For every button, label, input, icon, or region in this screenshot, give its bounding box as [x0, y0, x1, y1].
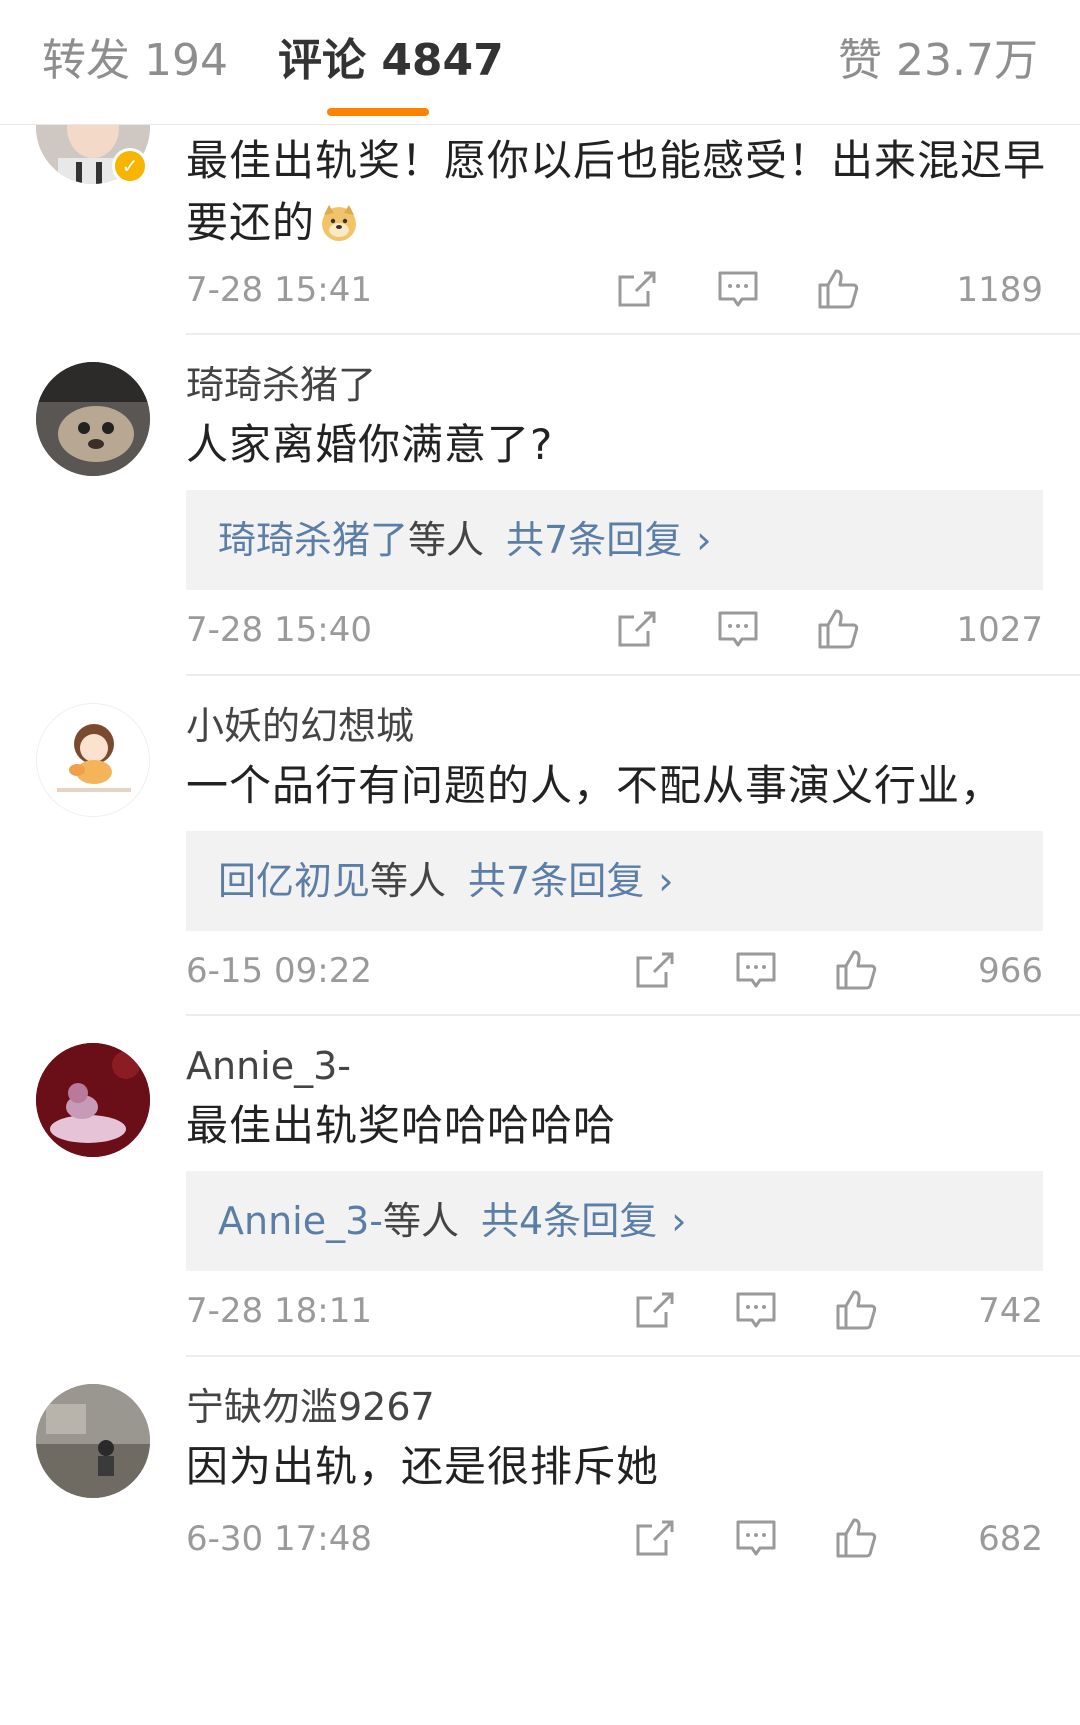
avatar-photo [36, 362, 150, 476]
reply-count[interactable]: 共7条回复 [506, 518, 682, 562]
share-icon[interactable] [614, 267, 658, 311]
tab-comments[interactable]: 评论 4847 [278, 34, 504, 88]
thumbs-up-icon[interactable] [816, 267, 860, 311]
reply-count[interactable]: 共7条回复 [468, 859, 644, 903]
comment-time: 6-30 17:48 [186, 1519, 372, 1559]
comment-username[interactable]: 小妖的幻想城 [186, 703, 414, 749]
avatar[interactable] [36, 362, 150, 476]
thumbs-up-icon[interactable] [816, 607, 860, 651]
chevron-right-icon: › [696, 518, 712, 562]
avatar[interactable] [36, 1043, 150, 1157]
comment-username[interactable]: 琦琦杀猪了 [186, 362, 376, 408]
verified-badge-icon: ✓ [112, 148, 148, 184]
share-icon[interactable] [632, 1516, 676, 1560]
tab-likes[interactable]: 赞 23.7万 [838, 34, 1038, 88]
comment-text: 最佳出轨奖哈哈哈哈哈 [186, 1101, 617, 1150]
reply-username[interactable]: 回亿初见 [218, 859, 370, 903]
comment-icon[interactable] [734, 948, 778, 992]
doge-emoji-icon [322, 205, 357, 241]
avatar-illustration [36, 1043, 150, 1157]
thumbs-up-icon[interactable] [834, 948, 878, 992]
replies-summary: 琦琦杀猪了等人 共7条回复 › [218, 490, 711, 590]
replies-preview[interactable]: 回亿初见等人 共7条回复 › [186, 831, 1043, 931]
divider [186, 674, 1080, 676]
comment-time: 7-28 15:41 [186, 270, 372, 310]
comment-icon[interactable] [716, 267, 760, 311]
comment-icon[interactable] [734, 1516, 778, 1560]
comment-meta: 7-28 18:11 742 [186, 1286, 1043, 1336]
comment-meta: 6-30 17:48 682 [186, 1514, 1043, 1564]
avatar[interactable] [36, 1384, 150, 1498]
comment-text: 最佳出轨奖！愿你以后也能感受！出来混迟早要还的 [186, 136, 1047, 247]
comment-meta: 6-15 09:22 966 [186, 946, 1043, 996]
share-icon[interactable] [614, 607, 658, 651]
active-tab-indicator [327, 108, 429, 116]
replies-summary: 回亿初见等人 共7条回复 › [218, 831, 673, 931]
divider [186, 1014, 1080, 1016]
reply-count[interactable]: 共4条回复 [481, 1199, 657, 1243]
like-count: 742 [978, 1291, 1043, 1331]
reply-username[interactable]: Annie_3- [218, 1199, 383, 1243]
replies-preview[interactable]: Annie_3-等人 共4条回复 › [186, 1171, 1043, 1271]
avatar[interactable] [36, 703, 150, 817]
thumbs-up-icon[interactable] [834, 1288, 878, 1332]
avatar-photo [36, 1384, 150, 1498]
comment-text: 一个品行有问题的人，不配从事演义行业， [186, 761, 1004, 810]
comment-meta: 7-28 15:41 1189 [186, 265, 1043, 315]
chevron-right-icon: › [658, 859, 674, 903]
like-count: 1189 [956, 270, 1043, 310]
reply-suffix: 等人 [370, 859, 447, 903]
like-count: 1027 [956, 610, 1043, 650]
comment-meta: 7-28 15:40 1027 [186, 605, 1043, 655]
reply-suffix: 等人 [408, 518, 485, 562]
comment-tab-bar: 转发 194 评论 4847 赞 23.7万 [0, 0, 1080, 125]
like-count: 966 [978, 951, 1043, 991]
replies-preview[interactable]: 琦琦杀猪了等人 共7条回复 › [186, 490, 1043, 590]
comment-username[interactable]: 宁缺勿滥9267 [186, 1384, 435, 1430]
avatar-illustration [37, 704, 149, 816]
divider [186, 1355, 1080, 1357]
comment-time: 7-28 15:40 [186, 610, 372, 650]
reply-suffix: 等人 [383, 1199, 460, 1243]
chevron-right-icon: › [671, 1199, 687, 1243]
comment-username[interactable]: Annie_3- [186, 1043, 351, 1089]
comment-text: 因为出轨，还是很排斥她 [186, 1442, 660, 1491]
comment-time: 6-15 09:22 [186, 951, 372, 991]
replies-summary: Annie_3-等人 共4条回复 › [218, 1171, 686, 1271]
reply-username[interactable]: 琦琦杀猪了 [218, 518, 408, 562]
comment-icon[interactable] [734, 1288, 778, 1332]
share-icon[interactable] [632, 948, 676, 992]
divider [186, 333, 1080, 335]
comment-icon[interactable] [716, 607, 760, 651]
tab-reposts[interactable]: 转发 194 [42, 34, 228, 88]
thumbs-up-icon[interactable] [834, 1516, 878, 1560]
share-icon[interactable] [632, 1288, 676, 1332]
comment-text: 人家离婚你满意了? [186, 420, 554, 469]
like-count: 682 [978, 1519, 1043, 1559]
comment-time: 7-28 18:11 [186, 1291, 372, 1331]
